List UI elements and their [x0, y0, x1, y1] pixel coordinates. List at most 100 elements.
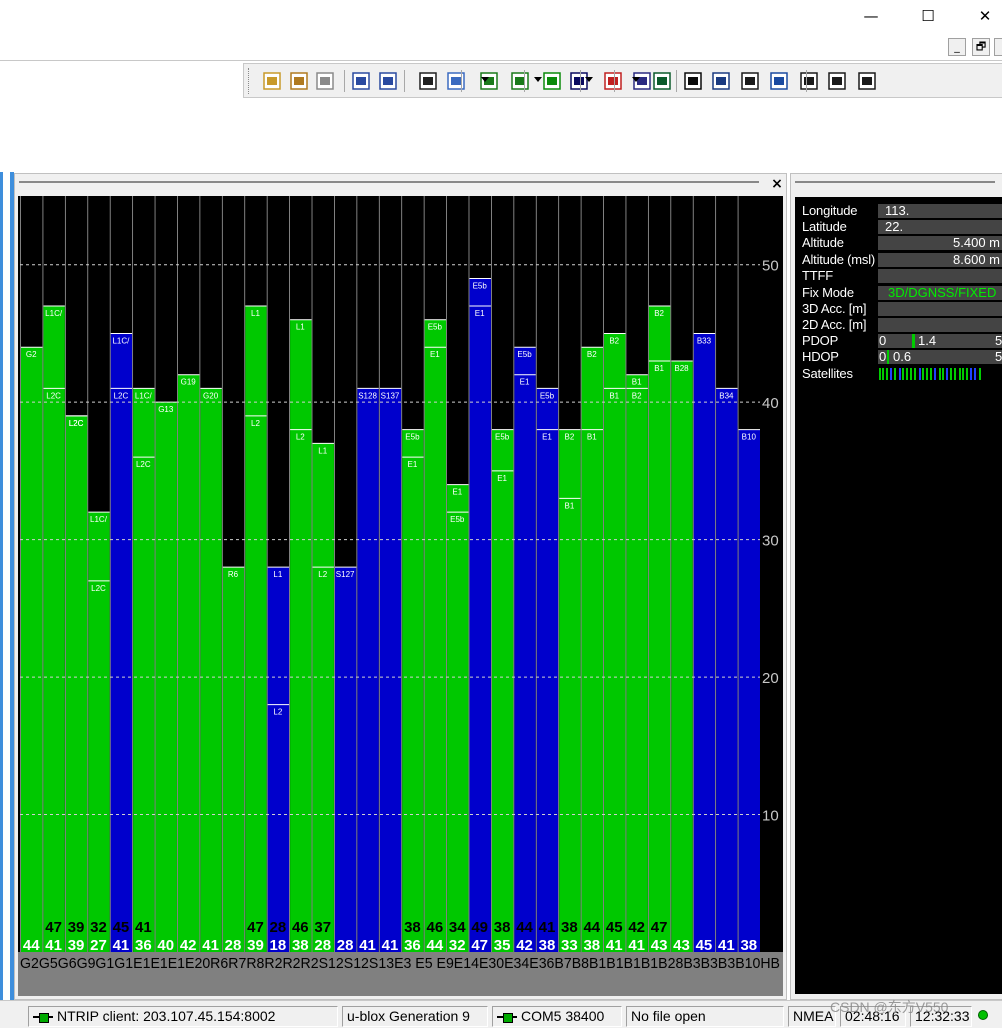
signal-bar	[738, 429, 760, 952]
dropdown-arrow-icon[interactable]	[585, 77, 593, 82]
compass-icon[interactable]	[603, 71, 623, 91]
mdi-close-button[interactable]	[994, 38, 1002, 56]
band-label: L1C/	[135, 391, 153, 400]
band-label-secondary: B1	[654, 364, 664, 373]
latitude-value: 22.	[878, 220, 1002, 234]
signal-value-bottom: 36	[404, 937, 421, 954]
signal-value-bottom: 45	[696, 937, 713, 954]
histogram-icon[interactable]	[510, 71, 530, 91]
signal-bars-icon[interactable]	[542, 71, 562, 91]
toolbar-gripper[interactable]	[248, 68, 251, 94]
band-label: E5b	[495, 433, 510, 442]
map-view-icon[interactable]	[711, 71, 731, 91]
pdop-min: 0	[879, 333, 887, 348]
hdop-fill	[887, 350, 889, 364]
signal-value-bottom: 36	[135, 937, 152, 954]
star-ref-icon[interactable]	[769, 71, 789, 91]
mdi-minimize-button[interactable]: _	[948, 38, 966, 56]
satellite-tick	[894, 368, 896, 380]
packet-console-icon[interactable]	[351, 71, 371, 91]
band-label: L1	[318, 446, 327, 455]
band-label-secondary: B1	[587, 433, 597, 442]
signal-bar	[469, 278, 491, 952]
pdop-label: PDOP	[802, 333, 839, 348]
satellite-tick	[919, 368, 921, 380]
minimize-button[interactable]: —	[856, 4, 886, 28]
dropdown-arrow-icon[interactable]	[534, 77, 542, 82]
print-icon[interactable]	[315, 71, 335, 91]
signal-levels-icon[interactable]	[683, 71, 703, 91]
deviation-map-icon[interactable]	[652, 71, 672, 91]
signal-value-bottom: 41	[718, 937, 735, 954]
signal-value-bottom: 40	[157, 937, 174, 954]
data-view-icon[interactable]	[740, 71, 760, 91]
statistics-icon[interactable]	[418, 71, 438, 91]
satellite-tick	[970, 368, 972, 380]
satellite-tick	[962, 368, 964, 380]
reset-icon[interactable]	[857, 71, 877, 91]
satellite-tick	[899, 368, 901, 380]
port-status[interactable]: COM5 38400	[492, 1006, 622, 1027]
pane-close-button[interactable]: ×	[769, 176, 785, 192]
signal-bar	[222, 567, 245, 952]
dropdown-arrow-icon[interactable]	[481, 77, 489, 82]
toolbar-separator	[806, 70, 807, 92]
clock-icon[interactable]	[827, 71, 847, 91]
signal-value-bottom: 44	[23, 937, 40, 954]
toolbar-separator	[461, 70, 462, 92]
signal-value-bottom: 41	[202, 937, 219, 954]
open-file-icon[interactable]	[262, 71, 282, 91]
satellite-tick	[946, 368, 948, 380]
signal-value-bottom: 38	[539, 937, 556, 954]
pane-gripper[interactable]	[19, 181, 759, 183]
signal-bar	[357, 388, 379, 952]
signal-bar	[491, 429, 514, 952]
signal-value-bottom: 32	[449, 937, 466, 954]
signal-value-top: 38	[561, 919, 578, 936]
pdop-value: 1.4	[918, 333, 937, 348]
signal-value-top: 47	[651, 919, 668, 936]
mdi-restore-button[interactable]: 🗗	[972, 38, 990, 56]
signal-value-top: 46	[427, 919, 444, 936]
binary-console-icon[interactable]	[378, 71, 398, 91]
signal-bar	[671, 360, 693, 952]
signal-value-top: 41	[135, 919, 152, 936]
satellites-label: Satellites	[802, 366, 853, 381]
satellite-tick	[922, 368, 924, 380]
acc-2d-value	[878, 318, 1002, 332]
save-file-icon[interactable]	[289, 71, 309, 91]
signal-value-bottom: 28	[337, 937, 354, 954]
satellite-tick	[939, 368, 941, 380]
signal-value-top: 41	[539, 919, 556, 936]
band-label-secondary: L2	[273, 708, 282, 717]
signal-bar	[267, 567, 290, 952]
fix-mode-label: Fix Mode	[802, 285, 854, 300]
connection-plug-icon	[33, 1012, 53, 1024]
satellite-tick	[966, 368, 968, 380]
ntrip-status[interactable]: NTRIP client: 203.107.45.154:8002	[28, 1006, 338, 1027]
nav-pane-gripper[interactable]	[795, 181, 995, 183]
band-label-secondary: L2C	[114, 391, 129, 400]
satellite-tick	[930, 368, 932, 380]
fix-mode-value: 3D/DGNSS/FIXED	[878, 286, 1002, 300]
satellite-tick	[979, 368, 981, 380]
signal-bar	[177, 374, 200, 952]
signal-value-bottom: 41	[606, 937, 623, 954]
signal-value-bottom: 41	[359, 937, 376, 954]
satellite-tick	[890, 368, 892, 380]
signal-bar	[626, 374, 648, 952]
band-label: L1	[273, 570, 282, 579]
table-view-icon[interactable]	[446, 71, 466, 91]
y-tick-label: 10	[762, 808, 779, 825]
toolbar-separator	[580, 70, 581, 92]
close-button[interactable]: ✕	[970, 4, 1000, 28]
sat-config-icon[interactable]	[799, 71, 819, 91]
maximize-button[interactable]: ☐	[913, 4, 943, 28]
signal-bar	[716, 388, 738, 952]
acc-2d-label: 2D Acc. [m]	[802, 317, 867, 332]
signal-value-top: 44	[516, 919, 533, 936]
band-label: L1C/	[45, 309, 63, 318]
satellite-tick	[974, 368, 976, 380]
dropdown-arrow-icon[interactable]	[632, 77, 640, 82]
signal-bar	[447, 484, 469, 952]
